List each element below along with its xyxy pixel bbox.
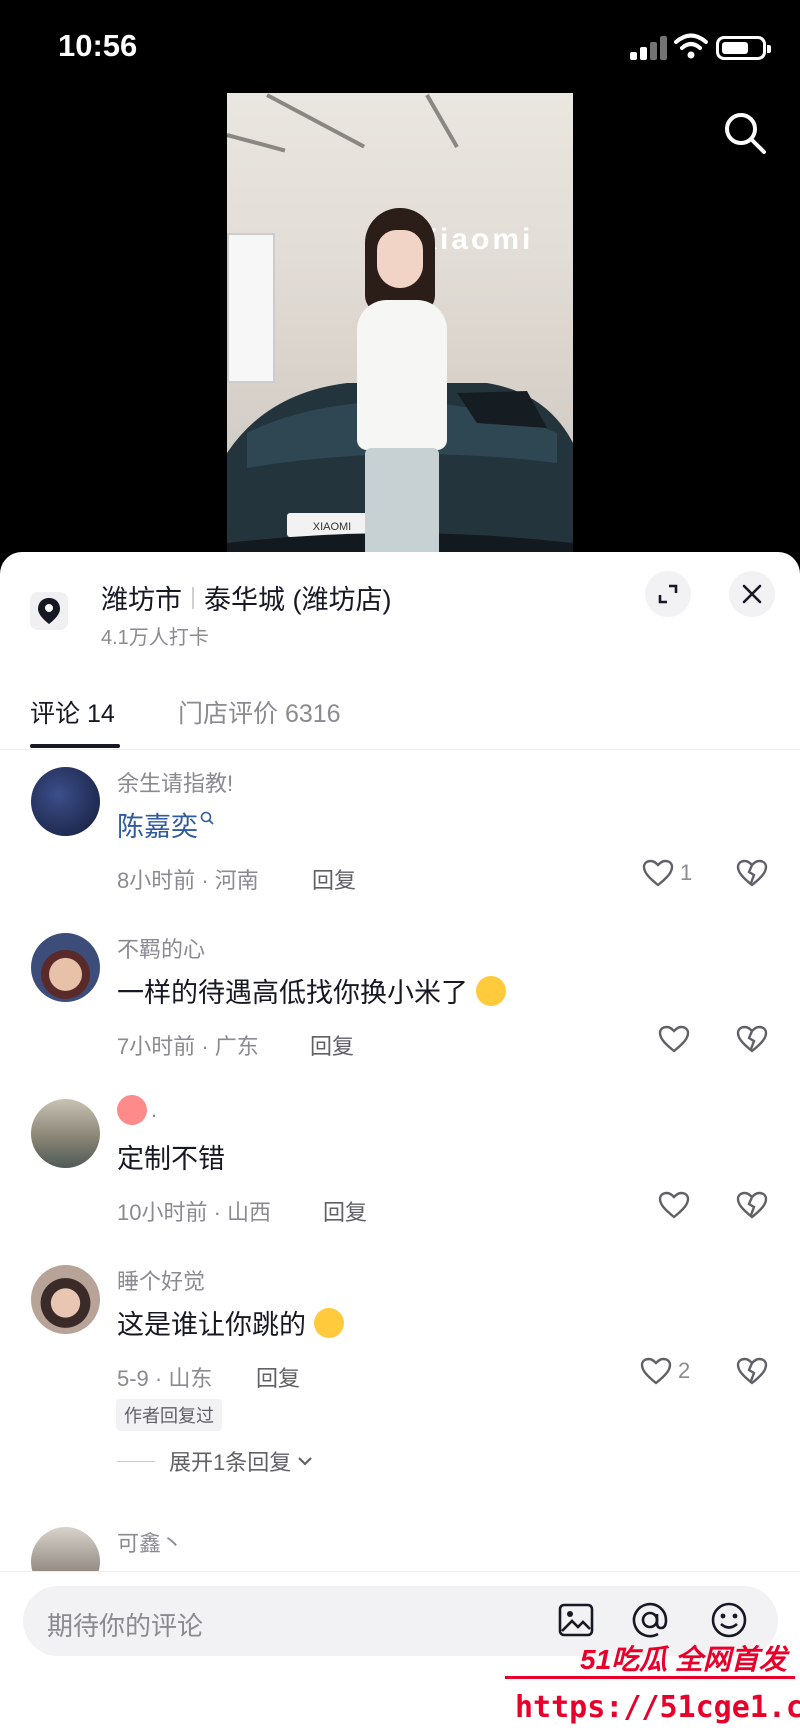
heart-icon xyxy=(640,1357,672,1385)
comment-body: 一样的待遇高低找你换小米了 xyxy=(117,978,468,1008)
dislike-icon[interactable] xyxy=(736,1025,768,1053)
like-button[interactable]: 1 xyxy=(642,859,692,887)
location-title[interactable]: 潍坊市 泰华城 (潍坊店) xyxy=(101,578,391,617)
image-icon[interactable] xyxy=(556,1600,596,1640)
like-button[interactable]: 2 xyxy=(640,1357,690,1385)
ceiling-light xyxy=(425,94,459,148)
comment-text: 一样的待遇高低找你换小米了 xyxy=(117,971,506,1010)
emoji-icon xyxy=(314,1307,344,1338)
avatar[interactable] xyxy=(31,767,100,836)
avatar[interactable] xyxy=(31,1265,100,1334)
like-count: 1 xyxy=(680,860,693,885)
comment-input-placeholder: 期待你的评论 xyxy=(47,1611,204,1641)
heart-icon xyxy=(658,1025,690,1053)
search-icon[interactable] xyxy=(722,110,768,156)
divider xyxy=(117,1460,155,1462)
comment-text: 陈嘉奕 xyxy=(117,805,214,844)
search-link[interactable]: 陈嘉奕 xyxy=(117,805,198,844)
wifi-icon xyxy=(674,33,708,59)
tab-store-reviews[interactable]: 门店评价 6316 xyxy=(178,694,341,730)
dislike-icon[interactable] xyxy=(736,1191,768,1219)
watermark-logo: 51吃瓜 全网首发 xyxy=(580,1644,787,1675)
chevron-down-icon xyxy=(298,1457,313,1466)
location-store: 泰华城 (潍坊店) xyxy=(204,585,392,615)
emoji-icon xyxy=(476,975,506,1006)
expand-icon xyxy=(658,584,678,604)
mention-icon[interactable] xyxy=(630,1600,670,1640)
avatar[interactable] xyxy=(31,1099,100,1168)
search-icon xyxy=(200,811,214,825)
display-screen xyxy=(227,233,275,383)
like-button[interactable] xyxy=(658,1191,690,1219)
like-count: 2 xyxy=(678,1358,691,1383)
cellular-signal-icon xyxy=(630,36,668,60)
watermark-url: https://51cge1.com xyxy=(515,1690,800,1725)
expand-replies-button[interactable]: 展开1条回复 xyxy=(117,1445,313,1477)
checkin-count: 4.1万人打卡 xyxy=(101,627,209,649)
active-tab-indicator xyxy=(30,744,120,748)
video-preview[interactable]: Xiaomi XIAOMI xyxy=(227,93,573,553)
comment-username[interactable]: 可鑫丶 xyxy=(117,1526,183,1558)
expand-button[interactable] xyxy=(645,571,691,617)
tab-bar: 评论 14 门店评价 6316 xyxy=(0,672,800,750)
comment-body: 这是谁让你跳的 xyxy=(117,1310,306,1340)
reply-button[interactable]: 回复 xyxy=(256,1361,300,1393)
emoji-picker-icon[interactable] xyxy=(709,1600,749,1640)
title-separator xyxy=(192,586,194,609)
heart-icon xyxy=(658,1191,690,1219)
expand-replies-label: 展开1条回复 xyxy=(169,1450,292,1475)
comment-username[interactable]: 余生请指教! xyxy=(117,766,233,798)
like-button[interactable] xyxy=(658,1025,690,1053)
location-city: 潍坊市 xyxy=(101,585,182,615)
avatar[interactable] xyxy=(31,933,100,1002)
comment-text: 这是谁让你跳的 xyxy=(117,1303,344,1342)
comment-username[interactable]: 睡个好觉 xyxy=(117,1264,205,1296)
tab-comments[interactable]: 评论 14 xyxy=(30,694,115,730)
comment-username[interactable]: 不羁的心 xyxy=(117,932,205,964)
dislike-icon[interactable] xyxy=(736,1357,768,1385)
reply-button[interactable]: 回复 xyxy=(312,863,356,895)
close-button[interactable] xyxy=(729,571,775,617)
author-replied-badge: 作者回复过 xyxy=(116,1399,222,1431)
reply-button[interactable]: 回复 xyxy=(310,1029,354,1061)
comment-username[interactable]: . xyxy=(117,1095,157,1125)
ceiling-light xyxy=(227,133,286,153)
emoji-icon xyxy=(117,1095,147,1125)
heart-icon xyxy=(642,859,674,887)
reply-button[interactable]: 回复 xyxy=(323,1195,367,1227)
person-image xyxy=(347,208,457,553)
comment-time-region: 8小时前 · 河南 xyxy=(117,868,259,893)
comment-time-region: 7小时前 · 广东 xyxy=(117,1034,259,1059)
battery-icon xyxy=(716,36,771,60)
dislike-icon[interactable] xyxy=(736,859,768,887)
comment-time-region: 5-9 · 山东 xyxy=(117,1366,213,1391)
ceiling-light xyxy=(266,93,366,149)
status-time: 10:56 xyxy=(58,28,138,63)
comment-time-region: 10小时前 · 山西 xyxy=(117,1200,272,1225)
close-icon xyxy=(742,584,762,604)
watermark-underline xyxy=(505,1676,795,1679)
car-plate: XIAOMI xyxy=(313,521,352,533)
comment-sheet: 潍坊市 泰华城 (潍坊店) 4.1万人打卡 评论 14 门店评价 6316 余生… xyxy=(0,552,800,1731)
status-bar: 10:56 xyxy=(0,0,800,96)
comment-text: 定制不错 xyxy=(117,1144,225,1174)
location-pin-icon xyxy=(30,592,68,630)
